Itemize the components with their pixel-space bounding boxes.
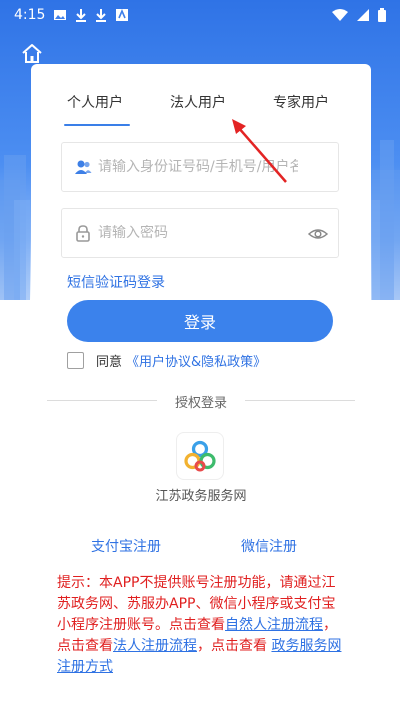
home-icon[interactable] bbox=[20, 42, 44, 66]
username-input[interactable] bbox=[98, 159, 298, 175]
password-field[interactable] bbox=[61, 208, 339, 258]
user-icon bbox=[75, 160, 92, 174]
user-type-tabs: 个人用户 法人用户 专家用户 bbox=[31, 64, 371, 130]
notification-icon bbox=[116, 8, 129, 21]
login-button[interactable]: 登录 bbox=[67, 300, 333, 342]
gov-service-provider-name: 江苏政务服务网 bbox=[155, 489, 247, 504]
authorized-login-divider: 授权登录 bbox=[47, 390, 355, 411]
jiangsu-gov-logo-icon bbox=[184, 440, 216, 472]
active-tab-indicator bbox=[64, 124, 130, 126]
image-icon bbox=[54, 10, 67, 20]
wechat-register-link[interactable]: 微信注册 bbox=[241, 536, 297, 556]
notice-text: ，点击查看 bbox=[197, 638, 272, 654]
signal-icon bbox=[357, 9, 369, 21]
eye-icon[interactable] bbox=[308, 224, 328, 244]
agreement-checkbox[interactable] bbox=[67, 352, 84, 369]
alipay-register-link[interactable]: 支付宝注册 bbox=[91, 536, 161, 556]
jiangsu-gov-service-logo-button[interactable] bbox=[176, 432, 224, 480]
login-card: 个人用户 法人用户 专家用户 短信验证码登录 登录 同意 《用户协议&隐私政策》 bbox=[31, 64, 371, 710]
tab-legal-person-user[interactable]: 法人用户 bbox=[170, 92, 226, 112]
tab-expert-user[interactable]: 专家用户 bbox=[273, 92, 329, 112]
wifi-icon bbox=[332, 8, 348, 21]
agreement-link[interactable]: 《用户协议&隐私政策》 bbox=[126, 351, 266, 370]
download-icon bbox=[96, 9, 107, 22]
agreement-prefix: 同意 bbox=[96, 355, 123, 370]
natural-person-register-link[interactable]: 自然人注册流程 bbox=[225, 617, 323, 633]
legal-person-register-link[interactable]: 法人注册流程 bbox=[113, 638, 197, 654]
agreement-row: 同意 《用户协议&隐私政策》 bbox=[67, 351, 266, 370]
download-icon bbox=[76, 9, 87, 22]
sms-code-login-link[interactable]: 短信验证码登录 bbox=[67, 272, 165, 292]
lock-icon bbox=[76, 225, 90, 242]
password-input[interactable] bbox=[98, 225, 298, 241]
status-bar: 4:15 bbox=[0, 0, 400, 30]
authorized-login-label: 授权登录 bbox=[174, 396, 227, 411]
username-field[interactable] bbox=[61, 142, 339, 192]
battery-icon bbox=[378, 8, 386, 22]
status-time: 4:15 bbox=[14, 7, 46, 23]
registration-notice: 提示：本APP不提供账号注册功能，请通过江苏政务网、苏服办APP、微信小程序或支… bbox=[57, 573, 347, 678]
tab-individual-user[interactable]: 个人用户 bbox=[67, 92, 123, 112]
divider-line-right bbox=[245, 400, 355, 401]
